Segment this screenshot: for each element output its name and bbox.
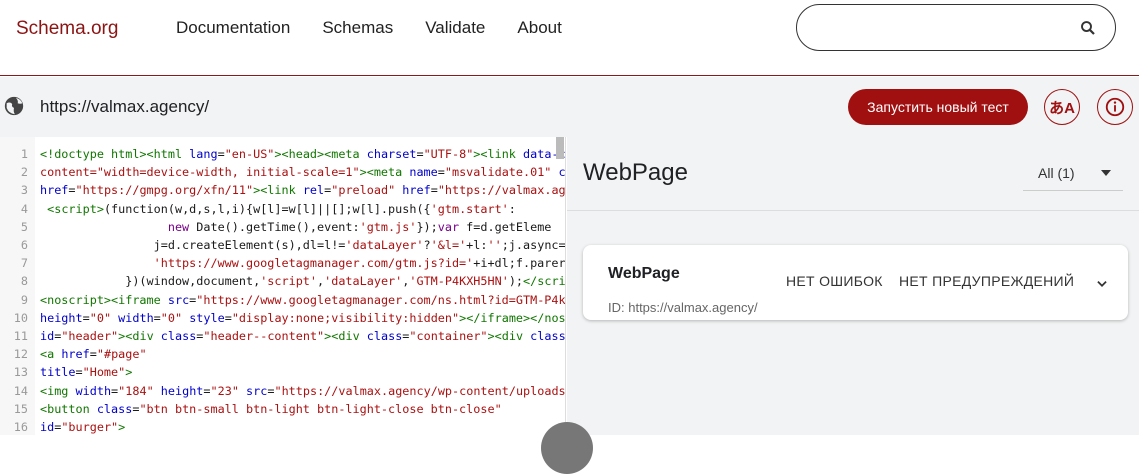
code-text: <script>(function(w,d,s,l,i){w[l]=w[l]||… bbox=[47, 201, 516, 216]
search-input[interactable] bbox=[815, 15, 1065, 41]
code-line: 12 <a href="#page" bbox=[0, 345, 565, 363]
line-number: 1 bbox=[20, 147, 28, 161]
site-logo[interactable]: Schema.org bbox=[16, 18, 118, 40]
url-bar: https://valmax.agency/ Запустить новый т… bbox=[0, 77, 1139, 137]
line-number: 2 bbox=[20, 165, 28, 180]
code-text: <!doctype html><html lang="en-US"><head>… bbox=[40, 147, 566, 161]
code-text: 'https://www.googletagmanager.com/gtm.js… bbox=[153, 256, 566, 271]
code-line: 3 href="https://gmpg.org/xfn/11"><link re… bbox=[0, 181, 566, 199]
line-number: 3 bbox=[20, 183, 28, 198]
filter-value: All (1) bbox=[1038, 165, 1075, 181]
code-text: <a href="#page" bbox=[40, 347, 147, 362]
nav-documentation[interactable]: Documentation bbox=[176, 18, 290, 38]
code-line: 4 <script>(function(w,d,s,l,i){w[l]=w[l]… bbox=[0, 200, 565, 218]
nav-about[interactable]: About bbox=[517, 18, 561, 38]
code-text: <button class="btn btn-small btn-light b… bbox=[40, 401, 502, 416]
code-line: 7 'https://www.googletagmanager.com/gtm.… bbox=[0, 254, 566, 272]
line-number: 16 bbox=[13, 420, 28, 434]
card-id: ID: https://valmax.agency/ bbox=[608, 300, 758, 315]
code-line: 10 height="0" width="0" style="display:no… bbox=[0, 309, 566, 327]
code-text: new Date().getTime(),event:'gtm.js'});va… bbox=[167, 219, 552, 234]
code-line: 1 <!doctype html><html lang="en-US"><head… bbox=[0, 145, 566, 163]
results-header: WebPage All (1) bbox=[567, 137, 1139, 211]
filter-dropdown[interactable]: All (1) bbox=[1023, 155, 1123, 191]
line-number: 14 bbox=[13, 383, 28, 398]
code-text: height="0" width="0" style="display:none… bbox=[40, 310, 566, 325]
line-number: 6 bbox=[20, 238, 28, 252]
code-text: j=d.createElement(s),dl=l!='dataLayer'?'… bbox=[40, 238, 566, 252]
search-icon[interactable] bbox=[1079, 19, 1097, 37]
results-panel: WebPage All (1) WebPage ID: https://valm… bbox=[567, 137, 1139, 435]
line-number: 10 bbox=[13, 310, 28, 325]
line-number: 12 bbox=[13, 347, 28, 362]
line-number: 7 bbox=[20, 256, 28, 271]
nav-schemas[interactable]: Schemas bbox=[322, 18, 393, 38]
source-code-editor[interactable]: 1 <!doctype html><html lang="en-US"><head… bbox=[0, 137, 566, 435]
code-line: 16 id="burger"> bbox=[0, 418, 565, 435]
code-text: title="Home"> bbox=[40, 365, 133, 380]
search-box bbox=[796, 4, 1116, 51]
code-text: <noscript><iframe src="https://www.googl… bbox=[40, 292, 566, 307]
result-card[interactable]: WebPage ID: https://valmax.agency/ НЕТ О… bbox=[583, 245, 1128, 320]
code-text: id="header"><div class="header--content"… bbox=[40, 329, 566, 343]
caret-down-icon bbox=[1101, 170, 1111, 176]
warnings-status: НЕТ ПРЕДУПРЕЖДЕНИЙ bbox=[899, 273, 1075, 289]
line-number: 4 bbox=[20, 201, 28, 216]
code-line: 14 <img width="184" height="23" src="http… bbox=[0, 382, 566, 400]
top-header: Schema.org Documentation Schemas Validat… bbox=[0, 0, 1139, 76]
line-number: 13 bbox=[13, 365, 28, 380]
translate-icon: あA bbox=[1049, 99, 1075, 117]
code-line: 13 title="Home"> bbox=[0, 363, 565, 381]
line-number: 11 bbox=[13, 329, 28, 343]
code-line: 9 <noscript><iframe src="https://www.goog… bbox=[0, 291, 566, 309]
results-title: WebPage bbox=[583, 159, 688, 186]
code-text: <img width="184" height="23" src="https:… bbox=[40, 383, 566, 398]
code-line: 8 })(window,document,'script','dataLayer… bbox=[0, 272, 566, 290]
language-button[interactable]: あA bbox=[1044, 89, 1080, 125]
info-button[interactable] bbox=[1097, 89, 1133, 125]
line-number: 5 bbox=[20, 219, 28, 234]
errors-status: НЕТ ОШИБОК bbox=[786, 273, 883, 289]
card-type: WebPage bbox=[608, 265, 680, 282]
code-line: 15 <button class="btn btn-small btn-light… bbox=[0, 400, 565, 418]
main-nav: Documentation Schemas Validate About bbox=[176, 18, 594, 38]
floating-action-button[interactable] bbox=[541, 422, 593, 474]
run-new-test-button[interactable]: Запустить новый тест bbox=[848, 89, 1028, 125]
code-text: })(window,document,'script','dataLayer',… bbox=[40, 274, 566, 289]
line-number: 15 bbox=[13, 401, 28, 416]
code-text: id="burger"> bbox=[40, 420, 126, 434]
code-text: href="https://gmpg.org/xfn/11"><link rel… bbox=[40, 183, 566, 198]
info-icon bbox=[1105, 97, 1125, 117]
code-line: 11 id="header"><div class="header--conten… bbox=[0, 327, 566, 345]
code-line: 5 new Date().getTime(),event:'gtm.js'});… bbox=[0, 218, 565, 236]
line-number: 8 bbox=[20, 274, 28, 289]
tested-url: https://valmax.agency/ bbox=[40, 97, 210, 116]
globe-icon bbox=[4, 96, 24, 116]
nav-validate[interactable]: Validate bbox=[425, 18, 485, 38]
line-number: 9 bbox=[20, 292, 28, 307]
chevron-down-icon[interactable] bbox=[1095, 277, 1109, 291]
code-text: content="width=device-width, initial-sca… bbox=[40, 165, 566, 180]
code-line: 2 content="width=device-width, initial-sc… bbox=[0, 163, 566, 181]
code-line: 6 j=d.createElement(s),dl=l!='dataLayer'… bbox=[0, 236, 566, 254]
horizontal-scrollbar[interactable] bbox=[556, 137, 564, 159]
